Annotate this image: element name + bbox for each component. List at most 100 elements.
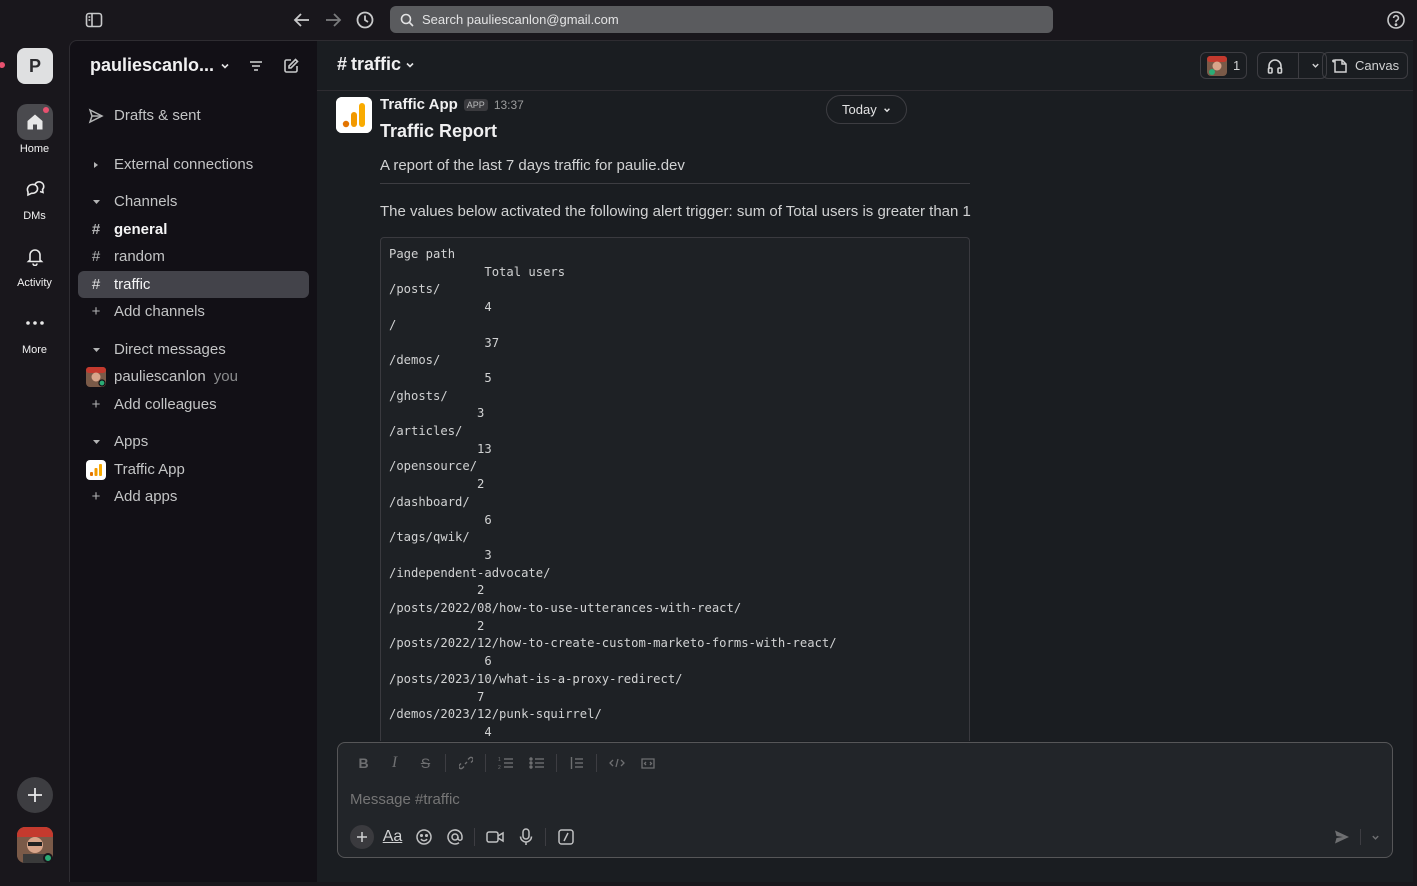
message-header: Traffic App APP 13:37 — [380, 96, 524, 113]
report-table-text: Page path Total users /posts/ 4 / 37 /de… — [389, 247, 837, 739]
add-colleagues-button[interactable]: + Add colleagues — [78, 391, 309, 418]
app-label: Traffic App — [114, 461, 185, 478]
search-placeholder: Search pauliescanlon@gmail.com — [422, 12, 619, 27]
sidebar-item-traffic[interactable]: # traffic — [78, 271, 309, 298]
sidebar-item-dm-self[interactable]: pauliescanlon you — [78, 363, 309, 390]
workspace-switcher[interactable]: P — [17, 48, 53, 84]
compose-icon[interactable] — [282, 57, 300, 75]
rail-home-label: Home — [19, 143, 50, 155]
sidebar-item-general[interactable]: # general — [78, 216, 309, 243]
home-icon — [25, 112, 45, 132]
app-badge: APP — [463, 98, 488, 111]
caret-down-icon — [78, 346, 114, 354]
help-icon[interactable] — [1386, 10, 1406, 30]
traffic-app-icon — [78, 459, 114, 480]
hash-icon: # — [337, 54, 348, 74]
filter-icon[interactable] — [247, 57, 265, 75]
microphone-icon[interactable] — [510, 825, 541, 849]
rail-activity-label: Activity — [17, 277, 52, 289]
rail-more[interactable]: More — [0, 305, 69, 356]
back-arrow-icon[interactable] — [292, 10, 312, 30]
strikethrough-icon[interactable]: S — [410, 753, 441, 773]
sidebar-item-label: External connections — [114, 156, 254, 173]
chevron-down-icon — [220, 61, 230, 71]
slash-command-icon[interactable] — [550, 825, 581, 849]
mention-icon[interactable] — [439, 825, 470, 849]
video-icon[interactable] — [479, 825, 510, 849]
svg-text:1: 1 — [498, 757, 501, 763]
message-timestamp[interactable]: 13:37 — [494, 98, 524, 112]
section-direct-messages[interactable]: Direct messages — [78, 336, 309, 363]
toolbar-divider — [596, 754, 597, 772]
code-icon[interactable] — [601, 753, 632, 773]
sidebar-item-label: Add channels — [114, 303, 205, 320]
chevron-down-icon[interactable] — [1371, 833, 1380, 842]
sidebar-item-external[interactable]: External connections — [78, 151, 309, 178]
channel-sidebar: pauliescanlo... Drafts & sent External c… — [69, 40, 317, 882]
channel-label: general — [114, 221, 168, 238]
bold-icon[interactable]: B — [348, 753, 379, 773]
rail-home[interactable]: Home — [0, 104, 69, 155]
workspace-menu[interactable]: pauliescanlo... — [90, 55, 230, 76]
hash-icon: # — [91, 248, 101, 265]
message-sender[interactable]: Traffic App — [380, 96, 458, 113]
date-divider-pill[interactable]: Today — [826, 95, 907, 124]
rail-more-label: More — [21, 344, 48, 356]
member-count: 1 — [1233, 58, 1241, 73]
hash-icon: # — [91, 276, 101, 293]
plus-icon: + — [91, 303, 101, 320]
rail-activity[interactable]: Activity — [0, 238, 69, 289]
sidebar-toggle-icon[interactable] — [84, 10, 104, 30]
huddle-button[interactable] — [1257, 52, 1327, 79]
plus-icon — [26, 786, 44, 804]
chevron-down-icon — [883, 106, 891, 114]
add-channels-button[interactable]: + Add channels — [78, 298, 309, 325]
attach-button[interactable] — [346, 825, 377, 849]
report-title: Traffic Report — [380, 121, 498, 141]
blockquote-icon[interactable] — [561, 753, 592, 773]
sidebar-item-random[interactable]: # random — [78, 243, 309, 270]
formatting-toolbar: B I S 12 — [348, 753, 663, 773]
code-block-icon[interactable] — [632, 753, 663, 773]
message-input[interactable] — [350, 791, 1250, 808]
home-badge — [42, 107, 49, 113]
date-label: Today — [842, 102, 877, 117]
huddle-divider — [1298, 52, 1299, 79]
sidebar-item-label: Add colleagues — [114, 396, 217, 413]
traffic-app-avatar[interactable] — [336, 97, 372, 133]
member-avatar — [1207, 55, 1227, 76]
plus-icon: + — [91, 396, 101, 413]
italic-icon[interactable]: I — [379, 753, 410, 773]
channel-main: # traffic 1 Canvas Traffic App APP 13:37… — [317, 40, 1413, 882]
section-channels[interactable]: Channels — [78, 188, 309, 215]
canvas-button[interactable]: Canvas — [1322, 52, 1409, 79]
bell-icon — [25, 246, 45, 266]
link-icon[interactable] — [450, 753, 481, 773]
search-bar[interactable]: Search pauliescanlon@gmail.com — [390, 6, 1053, 33]
plus-icon — [349, 825, 374, 849]
ordered-list-icon[interactable]: 12 — [490, 753, 521, 773]
channel-title-button[interactable]: # traffic — [337, 54, 415, 75]
add-workspace-button[interactable] — [17, 777, 53, 813]
send-icon[interactable] — [1334, 829, 1350, 845]
section-apps[interactable]: Apps — [78, 428, 309, 455]
rail-dms[interactable]: DMs — [0, 171, 69, 222]
section-label: Direct messages — [114, 341, 226, 358]
plus-icon: + — [91, 488, 101, 505]
toolbar-divider — [445, 754, 446, 772]
history-clock-icon[interactable] — [355, 10, 375, 30]
members-button[interactable]: 1 — [1200, 52, 1248, 79]
bullet-list-icon[interactable] — [521, 753, 552, 773]
forward-arrow-icon[interactable] — [323, 10, 343, 30]
channel-title: traffic — [351, 54, 402, 74]
toolbar-divider — [556, 754, 557, 772]
add-apps-button[interactable]: + Add apps — [78, 483, 309, 510]
sidebar-item-drafts[interactable]: Drafts & sent — [78, 102, 309, 129]
format-toggle-button[interactable]: Aa — [377, 825, 408, 849]
emoji-icon[interactable] — [408, 825, 439, 849]
hash-icon: # — [91, 221, 101, 238]
sidebar-item-traffic-app[interactable]: Traffic App — [78, 456, 309, 483]
canvas-icon — [1331, 57, 1349, 75]
section-label: Channels — [114, 193, 178, 210]
online-status-dot — [43, 853, 53, 863]
